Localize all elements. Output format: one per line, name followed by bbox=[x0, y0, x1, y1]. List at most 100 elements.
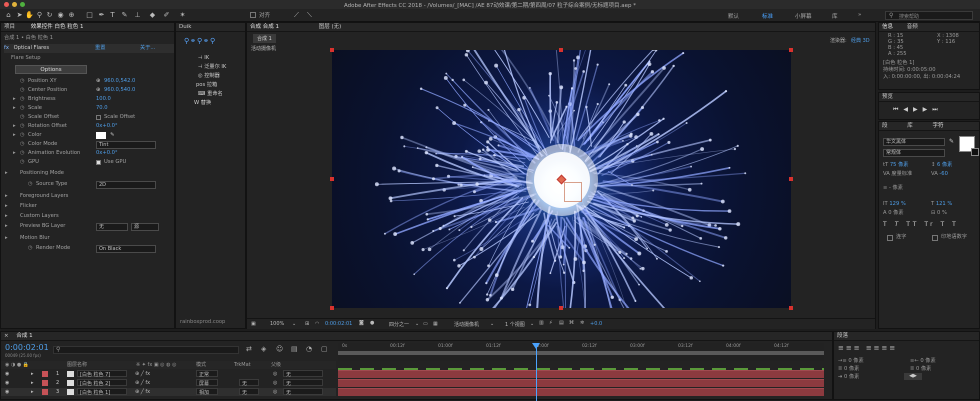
twirl-arrow-icon[interactable]: ▸ bbox=[13, 104, 16, 113]
col-trkmat[interactable]: TrkMat bbox=[234, 361, 251, 369]
brush-tool-icon[interactable]: ✎ bbox=[120, 11, 129, 20]
label-color-swatch[interactable] bbox=[42, 371, 48, 377]
stopwatch-icon[interactable]: ◷ bbox=[20, 77, 25, 86]
layer-name[interactable]: [白色 粒色 2] bbox=[77, 379, 127, 387]
work-area-bar[interactable] bbox=[338, 351, 824, 355]
duik-footer[interactable]: rainboxprod.coop bbox=[180, 318, 225, 327]
workspace-default[interactable]: 默认 bbox=[728, 12, 739, 20]
graph-editor-icon[interactable]: ▢ bbox=[321, 345, 328, 353]
leading-row[interactable]: ↕ 6 像素 bbox=[931, 161, 952, 170]
next-frame-icon[interactable]: ▶ bbox=[923, 106, 933, 113]
current-time-indicator[interactable] bbox=[536, 343, 537, 401]
tab-info[interactable]: 信息 bbox=[882, 24, 893, 30]
snap-checkbox[interactable] bbox=[250, 12, 256, 18]
layer-duration-bar[interactable] bbox=[338, 388, 824, 396]
label-color-swatch[interactable] bbox=[42, 389, 48, 395]
twirl-arrow-icon[interactable]: ▸ bbox=[13, 131, 16, 140]
timeline-timecode[interactable]: 0:00:02:01 bbox=[5, 343, 49, 352]
blend-mode-select[interactable]: 相加 bbox=[196, 388, 218, 396]
all-caps-button[interactable]: TT bbox=[906, 221, 919, 228]
effect-property-value[interactable]: 70.0 bbox=[96, 104, 108, 113]
eyedropper-icon[interactable]: ✎ bbox=[110, 131, 114, 140]
pickwhip-icon[interactable]: ◎ bbox=[273, 379, 277, 387]
effect-property-row[interactable]: ◷ GPU Use GPU bbox=[3, 158, 173, 167]
prev-frame-icon[interactable]: ◀ bbox=[903, 106, 913, 113]
ligatures-checkbox[interactable] bbox=[887, 235, 893, 241]
space-after-value[interactable]: 0 像素 bbox=[916, 366, 931, 372]
dropdown-select[interactable]: On Black bbox=[96, 245, 156, 253]
twirl-arrow-icon[interactable]: ▸ bbox=[5, 202, 8, 211]
stopwatch-icon[interactable]: ◷ bbox=[20, 113, 25, 122]
stopwatch-icon[interactable]: ◷ bbox=[28, 244, 33, 253]
eraser-tool-icon[interactable]: ◆ bbox=[148, 11, 157, 20]
parent-select[interactable]: 无 bbox=[283, 379, 323, 387]
effect-property-row[interactable]: ▸ Flicker bbox=[3, 202, 173, 211]
last-frame-icon[interactable]: ⏭ bbox=[932, 106, 942, 113]
comp-mini-flowchart-icon[interactable]: ⇄ bbox=[246, 345, 252, 353]
stopwatch-icon[interactable]: ◷ bbox=[20, 104, 25, 113]
play-icon[interactable]: ▶ bbox=[913, 106, 923, 113]
frame-blending-icon[interactable]: ▤ bbox=[291, 345, 298, 353]
faux-bold-button[interactable]: T bbox=[883, 221, 890, 228]
renderer-value[interactable]: 经典 3D bbox=[851, 37, 870, 44]
pen-tool-icon[interactable]: ✒ bbox=[97, 11, 106, 20]
draft-3d-icon[interactable]: ◈ bbox=[261, 345, 266, 353]
layer-switches[interactable]: ⊕ ╱ fx bbox=[135, 370, 150, 378]
tsume-value[interactable]: 0 % bbox=[937, 210, 947, 216]
eye-icon[interactable]: ◉ bbox=[5, 379, 9, 387]
dropdown-select[interactable]: 无 bbox=[96, 223, 128, 231]
stopwatch-icon[interactable]: ◷ bbox=[20, 95, 25, 104]
effect-property-row[interactable]: ▸ ◷ Scale 70.0 bbox=[3, 104, 173, 113]
twirl-arrow-icon[interactable]: ▸ bbox=[31, 370, 34, 378]
layer-handle-bc[interactable] bbox=[559, 306, 563, 310]
stopwatch-icon[interactable]: ◷ bbox=[20, 131, 25, 140]
reset-link[interactable]: 重置 bbox=[95, 44, 105, 53]
effect-property-value[interactable]: 100.0 bbox=[96, 95, 111, 104]
layer-handle-tc[interactable] bbox=[559, 48, 563, 52]
blend-mode-select[interactable]: 正常 bbox=[196, 370, 218, 378]
first-frame-icon[interactable]: ⏮ bbox=[893, 106, 903, 113]
duik-ik[interactable]: ⊣ IK bbox=[198, 54, 209, 63]
color-channel-icon[interactable]: ● bbox=[370, 320, 374, 326]
duik-icons-row[interactable]: ⚲⚭⚲⚭⚲ bbox=[184, 37, 239, 49]
clone-stamp-tool-icon[interactable]: ⊥ bbox=[133, 11, 142, 20]
layer-handle-mr[interactable] bbox=[789, 177, 793, 181]
checkbox[interactable] bbox=[96, 160, 101, 165]
views-dropdown-icon[interactable]: ⌄ bbox=[530, 321, 534, 327]
close-tab-icon[interactable]: × bbox=[4, 333, 9, 339]
leading-value[interactable]: 6 像素 bbox=[937, 162, 952, 168]
tsume-row[interactable]: ⊟ 0 % bbox=[931, 209, 947, 218]
shy-layers-icon[interactable]: ☺ bbox=[276, 345, 283, 353]
small-caps-button[interactable]: Tr bbox=[924, 221, 935, 228]
effect-property-row[interactable]: ▸ ◷ Color ✎ bbox=[3, 131, 173, 140]
color-swatch[interactable] bbox=[96, 132, 106, 139]
eye-icon[interactable]: ◉ bbox=[5, 370, 9, 378]
font-family-select[interactable]: 华文黑体 bbox=[883, 138, 945, 146]
camera-dropdown-icon[interactable]: ⌄ bbox=[490, 321, 494, 327]
camera-select[interactable]: 活动摄像机 bbox=[454, 321, 479, 328]
font-style-select[interactable]: 常规体 bbox=[883, 149, 945, 157]
layer-handle-ml[interactable] bbox=[330, 177, 334, 181]
pickwhip-icon[interactable]: ◎ bbox=[273, 370, 277, 378]
flowchart-icon[interactable]: ⌘ bbox=[569, 320, 574, 326]
stopwatch-icon[interactable]: ◷ bbox=[20, 122, 25, 131]
timeline-layer-row[interactable]: ◉ ▸ 2 [白色 粒色 2] ⊕ ╱ fx 屏幕 无 ◎ 无 bbox=[1, 379, 336, 387]
indent-right-value[interactable]: 0 像素 bbox=[920, 358, 935, 364]
superscript-button[interactable]: T bbox=[941, 221, 948, 228]
subscript-button[interactable]: T bbox=[952, 221, 959, 228]
layer-name[interactable]: [白色 粒色 7] bbox=[77, 370, 127, 378]
tab-layer[interactable]: 图层 (无) bbox=[319, 24, 342, 30]
snap-option-icon[interactable]: ⟋ bbox=[292, 11, 301, 20]
tab-composition[interactable]: 合成 合成 1 bbox=[250, 24, 279, 30]
position-target-icon[interactable]: ⊕ bbox=[96, 77, 100, 86]
grid-guides-icon[interactable]: ⊞ bbox=[305, 321, 309, 327]
parent-select[interactable]: 无 bbox=[283, 370, 323, 378]
layer-handle-tr[interactable] bbox=[789, 48, 793, 52]
first-line-value[interactable]: 0 像素 bbox=[844, 374, 859, 380]
layer-duration-bar[interactable] bbox=[338, 370, 824, 378]
layer-handle-bl[interactable] bbox=[330, 306, 334, 310]
reset-exposure-icon[interactable]: ✲ bbox=[580, 320, 584, 326]
effect-property-value[interactable]: 960.0,542.0 bbox=[104, 77, 135, 86]
trkmat-select[interactable]: 无 bbox=[239, 379, 259, 387]
toggle-pixel-aspect-icon[interactable]: ▥ bbox=[539, 320, 544, 326]
